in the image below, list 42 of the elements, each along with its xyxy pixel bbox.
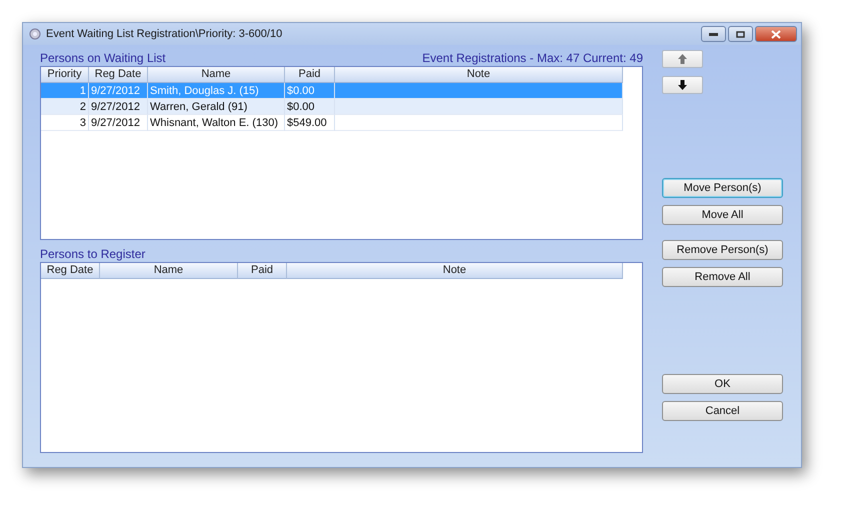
up-arrow-icon [678, 54, 687, 64]
dialog-button[interactable]: Remove All [662, 267, 783, 287]
dialog-button[interactable]: Move All [662, 205, 783, 225]
table-cell: $0.00 [285, 99, 335, 115]
list-view[interactable]: Reg Date Name Paid Note [40, 262, 643, 453]
list-row[interactable]: 3 9/27/2012 Whisnant, Walton E. (130) $549.00 [41, 115, 623, 131]
column-header[interactable]: Name [148, 67, 285, 83]
close-icon [771, 30, 781, 38]
column-header[interactable]: Note [335, 67, 623, 83]
list-view[interactable]: Priority Reg Date Name Paid Note 1 9/27/2012 Smith, Douglas J. (15) $0.00 2 9/27/2012 Warren, Gerald (91) $0.00 3 9/27/2012 Whisnant, Walton E. (130) $549.00 [40, 66, 643, 240]
column-header[interactable]: Reg Date [89, 67, 148, 83]
table-cell: 9/27/2012 [89, 115, 148, 131]
window-title: Event Waiting List Registration\Priority: 3-600/10 [46, 28, 284, 40]
column-header[interactable]: Paid [285, 67, 335, 83]
maximize-button[interactable] [728, 26, 753, 42]
minimize-button[interactable] [701, 26, 726, 42]
minimize-icon [709, 32, 718, 36]
table-cell: Warren, Gerald (91) [148, 99, 285, 115]
column-header[interactable]: Reg Date [41, 263, 100, 279]
close-button[interactable] [755, 26, 797, 42]
dialog-button[interactable]: OK [662, 374, 783, 394]
column-header[interactable]: Note [287, 263, 623, 279]
maximize-icon [736, 30, 745, 38]
list-row[interactable]: 2 9/27/2012 Warren, Gerald (91) $0.00 [41, 99, 623, 115]
column-header[interactable]: Paid [238, 263, 287, 279]
dialog-button[interactable]: Remove Person(s) [662, 240, 783, 260]
section-title: Persons to Register [40, 247, 146, 261]
gear-icon [29, 28, 41, 40]
table-cell: 9/27/2012 [89, 99, 148, 115]
table-cell: Whisnant, Walton E. (130) [148, 115, 285, 131]
column-header[interactable]: Priority [41, 67, 89, 83]
dialog-button[interactable]: Cancel [662, 401, 783, 421]
move-up-button[interactable] [662, 50, 703, 68]
table-cell: $549.00 [285, 115, 335, 131]
down-arrow-icon [678, 80, 687, 90]
table-cell: 2 [41, 99, 89, 115]
section-title: Persons on Waiting List [40, 51, 166, 65]
registration-summary: Event Registrations - Max: 47 Current: 49 [422, 51, 643, 65]
move-down-button[interactable] [662, 76, 703, 94]
column-header[interactable]: Name [100, 263, 238, 279]
table-cell: 3 [41, 115, 89, 131]
dialog-button[interactable]: Move Person(s) [662, 178, 783, 198]
